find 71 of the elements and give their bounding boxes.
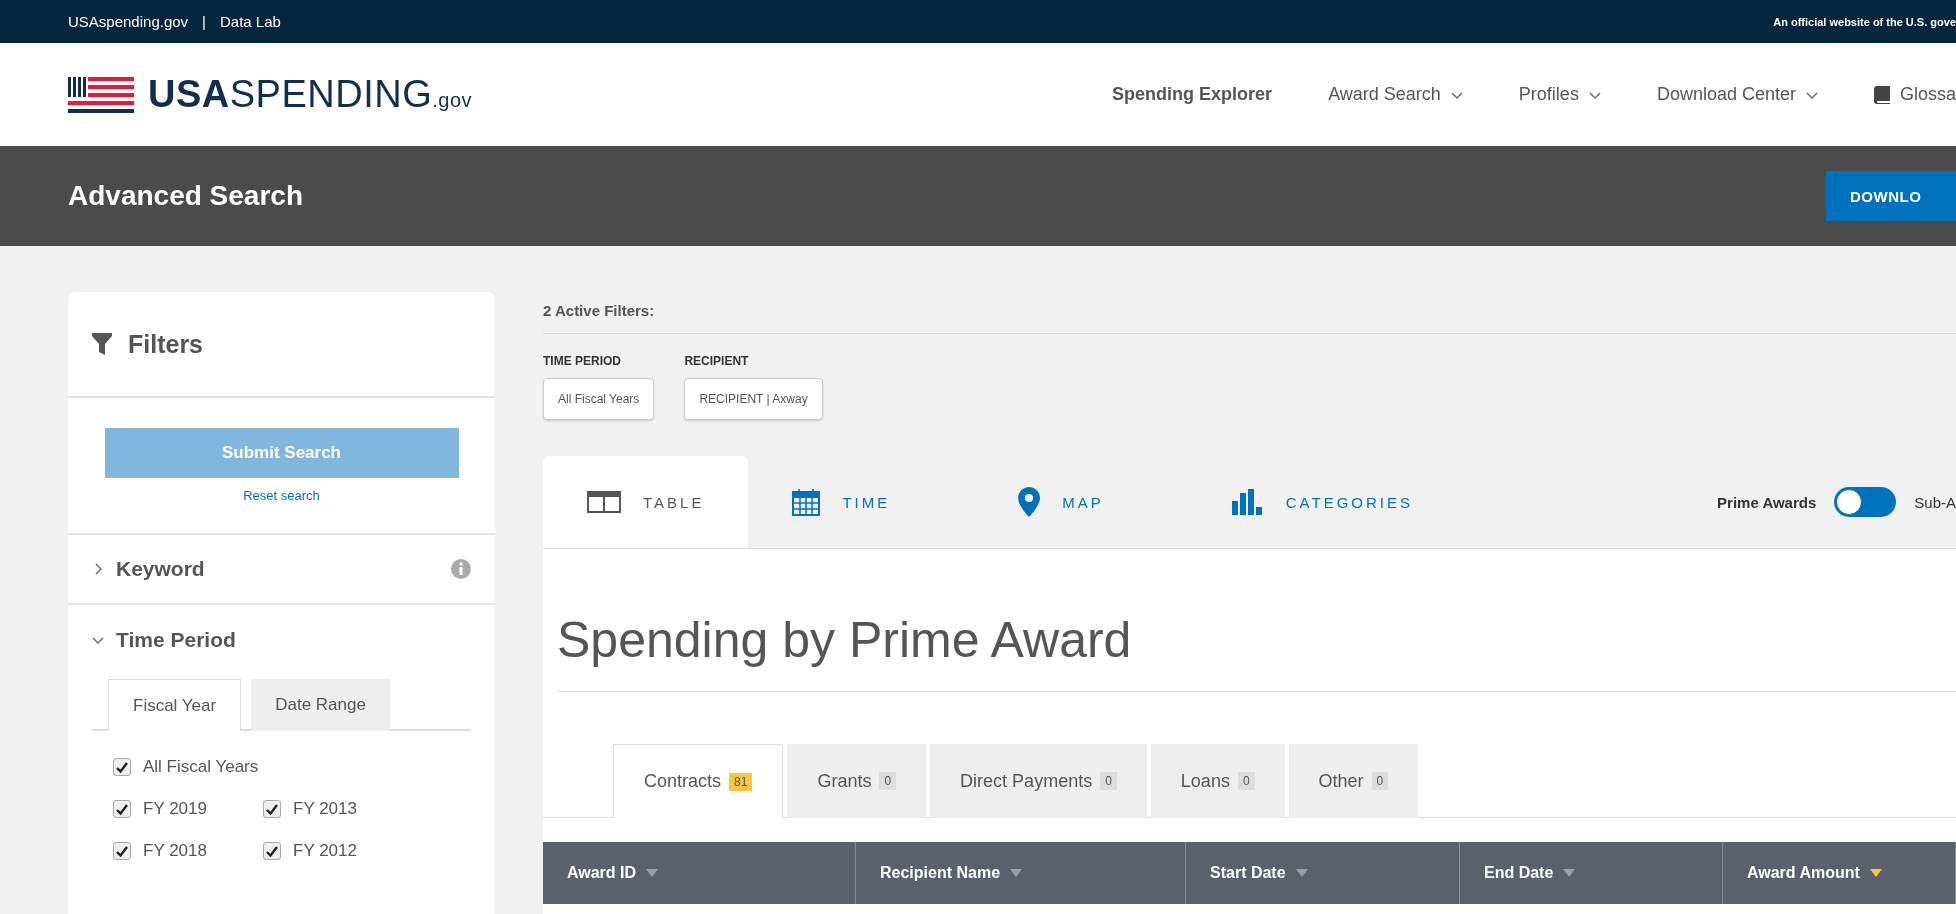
table-icon — [587, 491, 621, 513]
award-type-tab[interactable]: Grants 0 — [787, 744, 927, 818]
section-label: Time Period — [116, 628, 236, 652]
bar-chart-icon — [1231, 489, 1264, 515]
checkbox[interactable] — [263, 842, 281, 860]
column-header[interactable]: Award Amount — [1723, 842, 1956, 904]
sort-icon — [1869, 869, 1882, 877]
nav-link[interactable]: Download Center — [1656, 84, 1818, 105]
count-badge: 0 — [1371, 772, 1389, 790]
filter-group-label: RECIPIENT — [684, 354, 750, 368]
nav-link[interactable]: Profiles — [1518, 84, 1601, 105]
award-type-tab[interactable]: Contracts 81 — [613, 744, 784, 818]
checkbox[interactable] — [113, 758, 131, 776]
toggle-label: Prime Awards — [1717, 493, 1817, 511]
checkbox[interactable] — [113, 842, 131, 860]
site-logo[interactable]: USASPENDING.gov — [148, 73, 473, 116]
view-tab[interactable]: TABLE — [543, 456, 749, 548]
info-icon — [451, 559, 471, 579]
logo-icon — [68, 76, 134, 113]
filter-icon — [92, 333, 112, 355]
active-filters-title: 2 Active Filters: — [543, 302, 1956, 334]
book-icon — [1873, 85, 1890, 104]
filter-section-header[interactable]: Keyword — [68, 535, 495, 605]
award-type-toggle[interactable] — [1834, 487, 1897, 517]
top-link[interactable]: USAspending.gov — [68, 13, 189, 30]
view-tab[interactable]: CATEGORIES — [1187, 456, 1457, 548]
column-header[interactable]: Recipient Name — [856, 842, 1186, 904]
view-tab[interactable]: TIME — [748, 456, 935, 548]
reset-search-link[interactable]: Reset search — [243, 488, 320, 503]
section-label: Keyword — [116, 557, 205, 581]
award-type-tab[interactable]: Other 0 — [1288, 744, 1419, 818]
page-title: Advanced Search — [68, 180, 303, 212]
nav-link[interactable]: Award Search — [1328, 84, 1463, 105]
period-tab[interactable]: Date Range — [251, 679, 390, 731]
section-heading: Spending by Prime Award — [557, 611, 1956, 692]
count-badge: 0 — [1237, 772, 1255, 790]
download-button[interactable]: DOWNLO — [1826, 171, 1956, 221]
view-tab[interactable]: MAP — [974, 456, 1148, 548]
year-checkbox[interactable]: FY 2012 — [263, 841, 413, 861]
column-header[interactable]: Start Date — [1186, 842, 1460, 904]
year-checkbox[interactable]: FY 2013 — [263, 799, 413, 819]
checkbox[interactable] — [113, 800, 131, 818]
filter-group-label: TIME PERIOD — [543, 354, 622, 368]
sort-icon — [1010, 869, 1023, 877]
year-checkbox[interactable]: FY 2019 — [113, 799, 263, 819]
checkbox[interactable] — [263, 800, 281, 818]
sort-icon — [1295, 869, 1308, 877]
award-type-tab[interactable]: Direct Payments 0 — [930, 744, 1147, 818]
nav-link[interactable]: Spending Explorer — [1112, 84, 1273, 105]
sort-icon — [646, 869, 659, 877]
period-tab[interactable]: Fiscal Year — [108, 679, 242, 731]
filter-section-header[interactable]: Time Period — [68, 605, 495, 675]
count-badge: 0 — [879, 772, 897, 790]
count-badge: 0 — [1100, 772, 1117, 790]
separator: | — [202, 13, 206, 30]
calendar-icon — [792, 488, 821, 516]
top-link[interactable]: Data Lab — [220, 13, 281, 30]
count-badge: 81 — [729, 772, 753, 791]
column-header[interactable]: End Date — [1460, 842, 1723, 904]
sort-icon — [1563, 869, 1576, 877]
toggle-label: Sub-A — [1914, 493, 1956, 511]
year-checkbox[interactable]: FY 2018 — [113, 841, 263, 861]
award-type-tab[interactable]: Loans 0 — [1150, 744, 1285, 818]
map-pin-icon — [1018, 487, 1041, 517]
filter-chip[interactable]: All Fiscal Years — [543, 378, 655, 420]
official-notice: An official website of the U.S. gove — [1773, 15, 1956, 28]
year-checkbox[interactable]: All Fiscal Years — [113, 757, 413, 777]
filters-title: Filters — [128, 329, 204, 359]
column-header[interactable]: Award ID — [543, 842, 856, 904]
nav-link[interactable]: Glossa — [1873, 84, 1956, 105]
filter-chip[interactable]: RECIPIENT | Axway — [684, 378, 823, 420]
